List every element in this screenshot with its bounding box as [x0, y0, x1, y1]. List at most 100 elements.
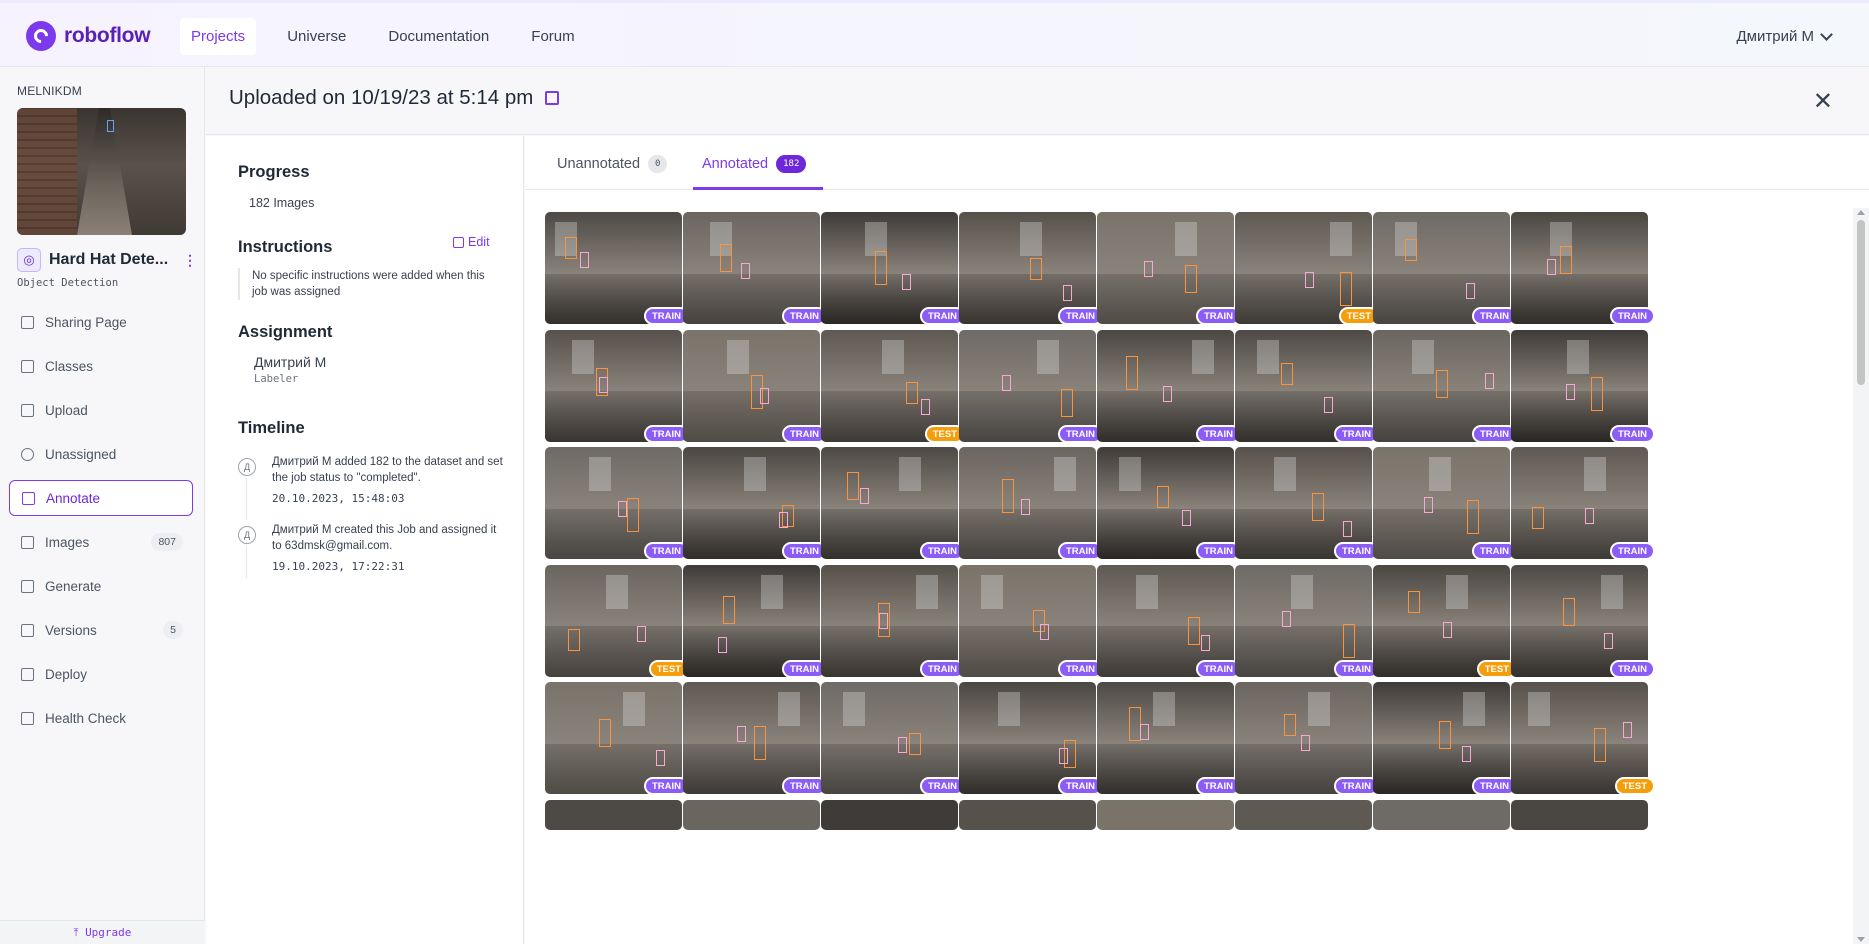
image-thumbnail[interactable]: TRAIN: [1097, 447, 1241, 560]
project-type: Object Detection: [17, 277, 119, 289]
image-thumbnail[interactable]: TRAIN: [959, 564, 1103, 678]
project-thumbnail[interactable]: [17, 108, 186, 235]
image-thumbnail[interactable]: TRAIN: [1511, 447, 1655, 560]
image-thumbnail[interactable]: TRAIN: [683, 447, 827, 560]
image-thumbnail[interactable]: TEST: [821, 329, 965, 443]
image-thumbnail[interactable]: TRAIN: [1511, 329, 1655, 443]
annotation-box: [1301, 735, 1310, 751]
annotation-box: [1002, 479, 1014, 513]
annotation-box: [875, 251, 887, 285]
progress-heading: Progress: [238, 163, 310, 181]
nav-documentation[interactable]: Documentation: [377, 18, 500, 55]
timeline-time: 20.10.2023, 15:48:03: [272, 492, 405, 505]
image-thumbnail[interactable]: TRAIN: [1511, 564, 1655, 678]
image-thumbnail[interactable]: TRAIN: [1511, 212, 1655, 325]
image-thumbnail[interactable]: TRAIN: [1097, 329, 1241, 443]
image-thumbnail[interactable]: TRAIN: [683, 212, 827, 325]
top-navbar: roboflow Projects Universe Documentation…: [0, 0, 1869, 67]
edit-instructions-button[interactable]: Edit: [453, 235, 490, 249]
image-thumbnail[interactable]: [683, 799, 820, 830]
image-thumbnail[interactable]: [545, 799, 682, 830]
annotation-box: [565, 237, 577, 259]
scrollbar[interactable]: [1853, 208, 1869, 944]
annotation-box: [1594, 728, 1606, 762]
image-thumbnail[interactable]: TRAIN: [959, 212, 1103, 325]
sidebar-item-health-check[interactable]: Health Check: [9, 700, 193, 736]
annotation-box: [741, 263, 750, 279]
image-thumbnail[interactable]: TRAIN: [1235, 682, 1379, 795]
image-thumbnail[interactable]: [1235, 799, 1372, 830]
user-menu[interactable]: Дмитрий М: [1737, 28, 1833, 45]
sidebar-item-sharing-page[interactable]: Sharing Page: [9, 304, 193, 340]
image-thumbnail[interactable]: TRAIN: [683, 682, 827, 795]
image-thumbnail[interactable]: TRAIN: [545, 682, 689, 795]
image-thumbnail[interactable]: TRAIN: [545, 447, 689, 560]
image-thumbnail[interactable]: TRAIN: [1235, 447, 1379, 560]
annotation-box: [921, 398, 930, 415]
sidebar-item-classes[interactable]: Classes: [9, 348, 193, 384]
image-thumbnail[interactable]: [1511, 799, 1648, 830]
nav-projects[interactable]: Projects: [180, 18, 257, 55]
sidebar-item-upload[interactable]: Upload: [9, 392, 193, 428]
image-thumbnail[interactable]: TRAIN: [1097, 212, 1241, 325]
image-thumbnail[interactable]: TRAIN: [1097, 682, 1241, 795]
kebab-menu-icon[interactable]: ⋮: [183, 252, 197, 269]
edit-title-icon[interactable]: [545, 91, 560, 105]
upgrade-button[interactable]: ⤒ Upgrade: [0, 920, 205, 944]
image-thumbnail[interactable]: TRAIN: [959, 329, 1103, 443]
scroll-down-arrow-icon[interactable]: [1857, 937, 1865, 942]
roboflow-logo[interactable]: roboflow: [26, 21, 151, 51]
sidebar-item-deploy[interactable]: Deploy: [9, 656, 193, 692]
image-thumbnail[interactable]: [1097, 799, 1234, 830]
timeline-entry: Д Дмитрий М created this Job and assigne…: [238, 522, 508, 582]
annotation-box: [1591, 376, 1603, 411]
close-icon[interactable]: ✕: [1813, 87, 1833, 116]
image-thumbnail[interactable]: [959, 799, 1096, 830]
sidebar-menu: Sharing Page Classes Upload Unassigned A…: [9, 304, 193, 744]
image-thumbnail[interactable]: TRAIN: [959, 682, 1103, 795]
image-thumbnail[interactable]: TRAIN: [683, 564, 827, 678]
globe-icon: ◎: [17, 248, 41, 272]
image-thumbnail[interactable]: [1373, 799, 1510, 830]
image-thumbnail[interactable]: TRAIN: [821, 447, 965, 560]
sidebar-item-generate[interactable]: Generate: [9, 568, 193, 604]
image-thumbnail[interactable]: TRAIN: [545, 329, 689, 443]
image-thumbnail[interactable]: [821, 799, 958, 830]
image-thumbnail[interactable]: TRAIN: [1373, 212, 1517, 325]
sidebar-item-images[interactable]: Images 807: [9, 524, 193, 560]
tab-annotated[interactable]: Annotated 182: [702, 155, 807, 173]
list-icon: [21, 359, 34, 373]
image-thumbnail[interactable]: TRAIN: [1373, 447, 1517, 560]
generate-icon: [21, 579, 34, 593]
annotation-box: [1466, 283, 1475, 299]
image-thumbnail[interactable]: TRAIN: [821, 564, 965, 678]
image-thumbnail[interactable]: TRAIN: [1235, 564, 1379, 678]
sidebar-item-unassigned[interactable]: Unassigned: [9, 436, 193, 472]
image-thumbnail[interactable]: TRAIN: [683, 329, 827, 443]
image-thumbnail[interactable]: TEST: [545, 564, 689, 678]
image-thumbnail[interactable]: TRAIN: [1235, 329, 1379, 443]
avatar-icon: Д: [238, 526, 256, 544]
image-thumbnail[interactable]: TEST: [1373, 564, 1517, 678]
image-thumbnail[interactable]: TRAIN: [1373, 682, 1517, 795]
tab-unannotated[interactable]: Unannotated 0: [557, 155, 668, 173]
sidebar-item-versions[interactable]: Versions 5: [9, 612, 193, 648]
search-icon: [21, 447, 34, 461]
annotation-box: [1030, 258, 1042, 280]
image-thumbnail[interactable]: TRAIN: [959, 447, 1103, 560]
image-thumbnail[interactable]: TRAIN: [821, 212, 965, 325]
image-thumbnail[interactable]: TRAIN: [821, 682, 965, 795]
image-thumbnail[interactable]: TEST: [1511, 682, 1655, 795]
nav-universe[interactable]: Universe: [276, 18, 357, 55]
nav-forum[interactable]: Forum: [520, 18, 585, 55]
scrollbar-thumb[interactable]: [1857, 220, 1865, 385]
annotation-box: [860, 488, 869, 504]
annotation-box: [754, 726, 766, 760]
image-thumbnail[interactable]: TRAIN: [1097, 564, 1241, 678]
image-thumbnail[interactable]: TEST: [1235, 212, 1379, 325]
project-name[interactable]: Hard Hat Dete...: [49, 251, 168, 269]
image-thumbnail[interactable]: TRAIN: [1373, 329, 1517, 443]
scroll-up-arrow-icon[interactable]: [1857, 210, 1865, 215]
sidebar-item-annotate[interactable]: Annotate: [9, 480, 193, 516]
image-thumbnail[interactable]: TRAIN: [545, 212, 689, 325]
